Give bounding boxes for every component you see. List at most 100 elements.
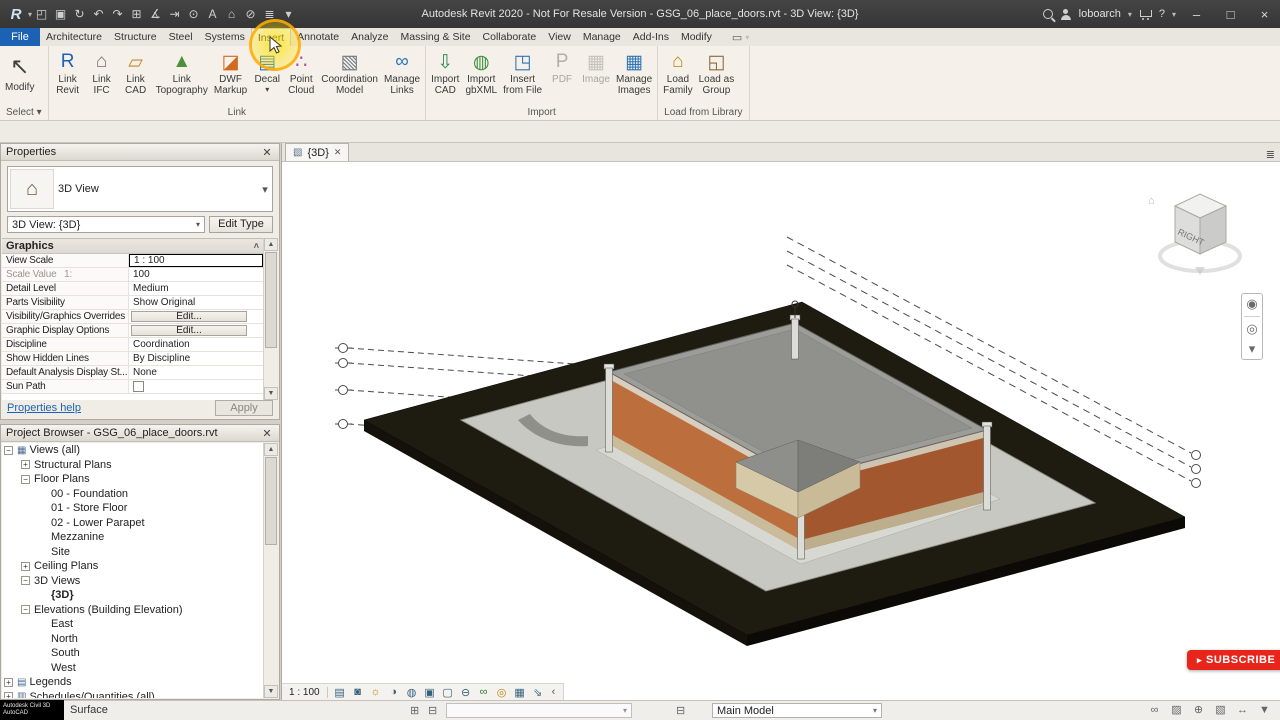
tree-item[interactable]: 02 - Lower Parapet — [2, 516, 263, 531]
panel-label-import[interactable]: Import — [426, 106, 657, 120]
maximize-button[interactable]: □ — [1217, 2, 1244, 26]
view-cube[interactable]: ⌂ RIGHT — [1148, 193, 1242, 275]
vcb-icon[interactable]: ⊖ — [457, 685, 475, 700]
scrollbar-thumb[interactable] — [265, 252, 277, 348]
close-icon[interactable]: ✕ — [260, 146, 274, 159]
tree-item[interactable]: − Elevations (Building Elevation) — [2, 603, 263, 618]
ribbon-tab[interactable]: Structure — [108, 28, 163, 46]
ribbon-button[interactable]: ⌂ Load Family ▾ — [660, 47, 695, 105]
ribbon-button[interactable]: P PDF ▾ — [545, 47, 579, 105]
ribbon-tab[interactable]: Steel — [163, 28, 199, 46]
ribbon-tab[interactable]: Massing & Site — [395, 28, 477, 46]
property-row[interactable]: Visibility/Graphics Overrides Edit... — [2, 310, 263, 324]
zoom-icon[interactable]: ◎ — [1246, 321, 1257, 337]
vcb-icon[interactable]: ◑ — [385, 685, 403, 700]
tree-item[interactable]: Mezzanine — [2, 530, 263, 545]
chevron-down-icon[interactable]: ▾ — [258, 183, 272, 196]
ribbon-button[interactable]: ▧ Coordination Model ▾ — [318, 47, 381, 105]
status-icon[interactable]: ▼ — [1257, 704, 1272, 716]
qat-icon[interactable]: ↷ — [108, 4, 127, 24]
property-row[interactable]: Default Analysis Display St... None — [2, 366, 263, 380]
ribbon-display-arrow-icon[interactable]: ▾ — [745, 33, 749, 42]
vcb-icon[interactable]: ☼ — [367, 685, 385, 700]
tree-item[interactable]: East — [2, 617, 263, 632]
ribbon-button[interactable]: ◪ DWF Markup ▾ — [211, 47, 250, 105]
qat-icon[interactable]: ⊘ — [241, 4, 260, 24]
tree-item[interactable]: + ▥ Schedules/Quantities (all) — [2, 690, 263, 698]
vcb-icon[interactable]: ◙ — [349, 685, 367, 700]
tree-item[interactable]: 01 - Store Floor — [2, 501, 263, 516]
type-selector[interactable]: ⌂ 3D View ▾ — [7, 166, 273, 212]
ribbon-button[interactable]: ◍ Import gbXML ▾ — [462, 47, 500, 105]
ribbon-button[interactable]: ▲ Link Topography ▾ — [153, 47, 211, 105]
vcb-icon[interactable]: ▢ — [439, 685, 457, 700]
ribbon-tab[interactable]: View — [542, 28, 577, 46]
expander-icon[interactable]: − — [4, 445, 13, 455]
panel-label-load[interactable]: Load from Library — [658, 106, 748, 120]
section-graphics[interactable]: Graphics ˄ — [2, 239, 263, 254]
level-heads-left[interactable] — [338, 343, 348, 429]
tree-item[interactable]: + Structural Plans — [2, 458, 263, 473]
qat-icon[interactable]: ◰ — [32, 4, 51, 24]
nav-options-arrow-icon[interactable]: ▾ — [1249, 341, 1256, 357]
expander-icon[interactable]: − — [21, 605, 30, 615]
signed-in-user[interactable]: loboarch — [1079, 8, 1121, 20]
scroll-up-icon[interactable]: ▲ — [264, 238, 278, 251]
worksets-dialog-icon[interactable]: ⊟ — [428, 704, 437, 717]
tree-item[interactable]: South — [2, 646, 263, 661]
ribbon-button[interactable]: R Link Revit ▾ — [51, 47, 85, 105]
tree-item[interactable]: − ▦ Views (all) — [2, 443, 263, 458]
properties-scrollbar[interactable]: ▲ ▼ — [263, 238, 278, 400]
vcb-icon[interactable]: ▣ — [421, 685, 439, 700]
expander-icon[interactable]: − — [21, 576, 30, 586]
tree-item[interactable]: Site — [2, 545, 263, 560]
ribbon-button[interactable]: ◳ Insert from File ▾ — [500, 47, 545, 105]
tree-item[interactable]: West — [2, 661, 263, 676]
qat-icon[interactable]: ⊞ — [127, 4, 146, 24]
scrollbar-thumb[interactable] — [265, 457, 277, 545]
qat-icon[interactable]: A — [203, 4, 222, 24]
revit-logo[interactable]: R — [4, 3, 28, 25]
level-heads-right[interactable] — [1191, 450, 1201, 488]
expander-icon[interactable]: − — [21, 474, 30, 484]
vcb-icon[interactable]: ▦ — [511, 685, 529, 700]
properties-help-link[interactable]: Properties help — [7, 402, 215, 414]
tab-list-icon[interactable]: ≣ — [1266, 148, 1275, 161]
view-tab-3d[interactable]: ▧ {3D} ✕ — [285, 143, 350, 161]
ribbon-tab[interactable]: Modify — [675, 28, 718, 46]
expander-icon[interactable]: + — [4, 677, 13, 687]
expander-icon[interactable]: + — [21, 561, 30, 571]
panel-label-select[interactable]: Select ▾ — [0, 106, 48, 120]
edit-type-button[interactable]: Edit Type — [209, 216, 273, 233]
expander-icon[interactable]: + — [21, 460, 30, 470]
panel-label-link[interactable]: Link — [49, 106, 425, 120]
ribbon-button[interactable]: ⇩ Import CAD ▾ — [428, 47, 462, 105]
tree-item[interactable]: North — [2, 632, 263, 647]
ribbon-button[interactable]: ◱ Load as Group ▾ — [696, 47, 738, 105]
ribbon-button[interactable]: ⌂ Link IFC ▾ — [85, 47, 119, 105]
apply-button[interactable]: Apply — [215, 400, 273, 416]
tree-item[interactable]: {3D} — [2, 588, 263, 603]
subscribe-button[interactable]: ▸ SUBSCRIBE — [1187, 650, 1280, 670]
expander-icon[interactable]: + — [4, 692, 13, 698]
qat-icon[interactable]: ⌂ — [222, 4, 241, 24]
view-selector-combo[interactable]: 3D View: {3D} ▾ — [7, 216, 205, 233]
vcb-icon[interactable]: ⇘ — [529, 685, 547, 700]
ribbon-tab[interactable]: Systems — [199, 28, 251, 46]
design-option-combo[interactable]: Main Model ▾ — [712, 703, 882, 718]
help-menu-arrow-icon[interactable]: ▾ — [1172, 10, 1176, 19]
ribbon-display-icon[interactable]: ▭ — [732, 31, 742, 44]
scroll-down-icon[interactable]: ▼ — [264, 685, 278, 698]
vcb-icon[interactable]: ▤ — [331, 685, 349, 700]
close-icon[interactable]: ✕ — [260, 427, 274, 440]
design-options-icon[interactable]: ⊟ — [676, 704, 685, 717]
modify-button[interactable]: ↖ Modify ▾ — [2, 47, 37, 105]
minimize-button[interactable]: – — [1183, 2, 1210, 26]
ribbon-tab[interactable]: Analyze — [345, 28, 394, 46]
qat-icon[interactable]: ⇥ — [165, 4, 184, 24]
ribbon-button[interactable]: ▦ Image ▾ — [579, 47, 613, 105]
ribbon-tab[interactable]: Add-Ins — [627, 28, 675, 46]
tree-item[interactable]: + ▤ Legends — [2, 675, 263, 690]
property-row[interactable]: Graphic Display Options Edit... — [2, 324, 263, 338]
vcb-icon[interactable]: ◍ — [403, 685, 421, 700]
